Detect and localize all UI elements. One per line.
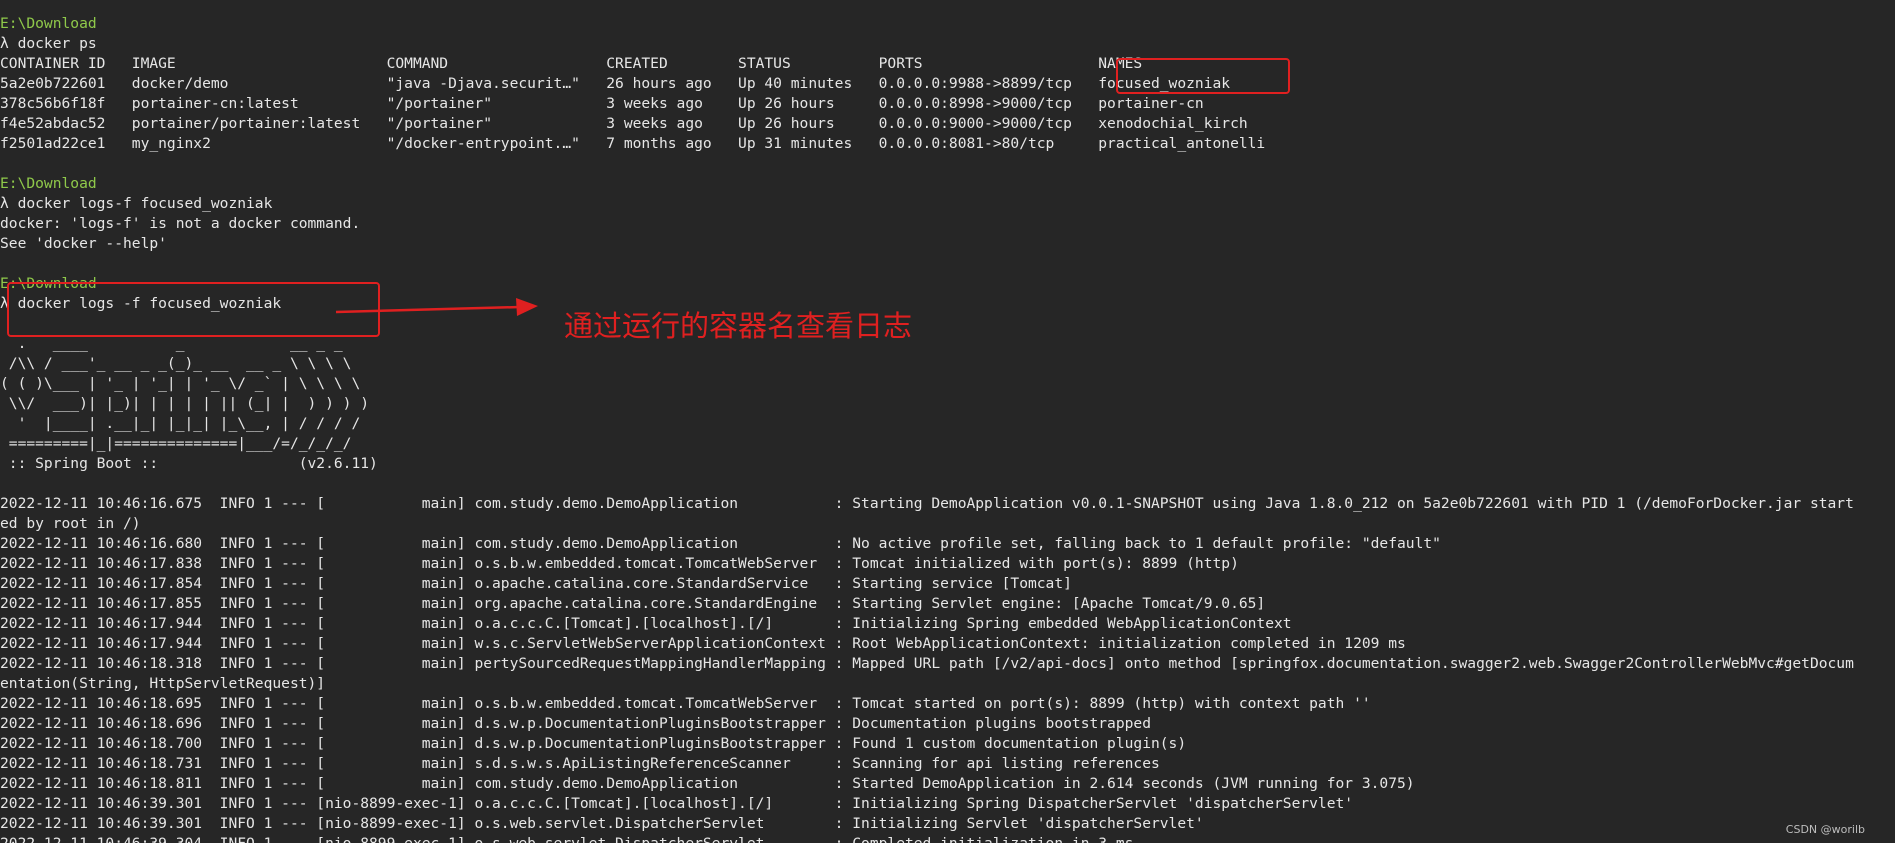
terminal-line: =========|_|==============|___/=/_/_/_/ xyxy=(0,435,352,452)
terminal-line: f4e52abdac52 portainer/portainer:latest … xyxy=(0,115,1248,132)
names-highlight-box xyxy=(1116,58,1290,94)
terminal-line: 2022-12-11 10:46:16.675 INFO 1 --- [ mai… xyxy=(0,495,1854,512)
terminal-line: 2022-12-11 10:46:18.700 INFO 1 --- [ mai… xyxy=(0,735,1187,752)
terminal-line: 2022-12-11 10:46:39.301 INFO 1 --- [nio-… xyxy=(0,815,1204,832)
terminal-window[interactable]: E:\Download λ docker ps CONTAINER ID IMAGE… xyxy=(0,0,1895,843)
command-highlight-box xyxy=(7,282,380,337)
terminal-line: 5a2e0b722601 docker/demo "java -Djava.se… xyxy=(0,75,1231,92)
terminal-line: 2022-12-11 10:46:39.301 INFO 1 --- [nio-… xyxy=(0,795,1354,812)
terminal-line: 2022-12-11 10:46:18.731 INFO 1 --- [ mai… xyxy=(0,755,1160,772)
terminal-line: 2022-12-11 10:46:18.696 INFO 1 --- [ mai… xyxy=(0,715,1151,732)
terminal-line: 2022-12-11 10:46:17.855 INFO 1 --- [ mai… xyxy=(0,595,1266,612)
terminal-line: 2022-12-11 10:46:17.854 INFO 1 --- [ mai… xyxy=(0,575,1072,592)
terminal-line: docker: 'logs-f' is not a docker command… xyxy=(0,215,361,232)
terminal-line: entation(String, HttpServletRequest)] xyxy=(0,675,326,692)
terminal-line: ( ( )\___ | '_ | '_| | '_ \/ _` | \ \ \ … xyxy=(0,375,361,392)
terminal-line: /\\ / ___'_ __ _ _(_)_ __ __ _ \ \ \ \ xyxy=(0,355,352,372)
watermark: CSDN @worilb xyxy=(1785,823,1865,836)
terminal-line: 2022-12-11 10:46:17.944 INFO 1 --- [ mai… xyxy=(0,615,1292,632)
terminal-line: 2022-12-11 10:46:18.695 INFO 1 --- [ mai… xyxy=(0,695,1371,712)
terminal-line: 2022-12-11 10:46:18.318 INFO 1 --- [ mai… xyxy=(0,655,1854,672)
terminal-line: \\/ ___)| |_)| | | | | || (_| | ) ) ) ) xyxy=(0,395,370,412)
terminal-line: CONTAINER ID IMAGE COMMAND CREATED STATU… xyxy=(0,55,1143,72)
annotation-label: 通过运行的容器名查看日志 xyxy=(564,309,913,343)
terminal-line: 2022-12-11 10:46:16.680 INFO 1 --- [ mai… xyxy=(0,535,1441,552)
terminal-line: 2022-12-11 10:46:39.304 INFO 1 --- [nio-… xyxy=(0,834,1133,843)
terminal-line: E:\Download xyxy=(0,15,97,32)
terminal-line: 2022-12-11 10:46:18.811 INFO 1 --- [ mai… xyxy=(0,775,1415,792)
terminal-line: . ____ _ __ _ _ xyxy=(0,335,343,352)
terminal-line: See 'docker --help' xyxy=(0,235,167,252)
terminal-line: 2022-12-11 10:46:17.838 INFO 1 --- [ mai… xyxy=(0,555,1239,572)
terminal-line: E:\Download xyxy=(0,175,97,192)
terminal-line: ' |____| .__|_| |_|_| |_\__, | / / / / xyxy=(0,415,361,432)
terminal-line: :: Spring Boot :: (v2.6.11) xyxy=(0,455,378,472)
terminal-line: ed by root in /) xyxy=(0,515,141,532)
terminal-line: f2501ad22ce1 my_nginx2 "/docker-entrypoi… xyxy=(0,135,1266,152)
terminal-line: λ docker logs-f focused_wozniak xyxy=(0,195,273,212)
terminal-line: 2022-12-11 10:46:17.944 INFO 1 --- [ mai… xyxy=(0,635,1406,652)
terminal-line: λ docker ps xyxy=(0,35,97,52)
terminal-line: 378c56b6f18f portainer-cn:latest "/porta… xyxy=(0,95,1204,112)
